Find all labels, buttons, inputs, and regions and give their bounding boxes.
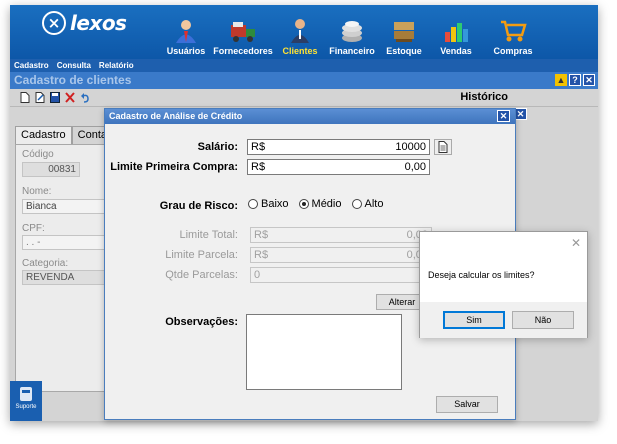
salario-label: Salário: [197,141,238,153]
limite-total-prefix: R$ [254,229,269,241]
qtde-parcelas-input: 0 [250,267,432,283]
module-label: Usuários [166,46,206,56]
radio-circle[interactable] [248,199,258,209]
salario-input[interactable]: R$ 10000 [247,139,430,155]
qtde-parcelas-value: 0 [254,269,261,281]
subtitle-text: Cadastro de clientes [14,73,132,87]
coins-icon [342,21,362,42]
module-label: Compras [493,46,533,56]
module-label: Fornecedores [213,46,273,56]
risk-option-medio[interactable]: Médio [298,198,342,210]
save-icon[interactable] [50,92,60,103]
nome-label: Nome: [22,186,52,197]
module-vendas[interactable]: Vendas [430,5,482,59]
radio-circle-checked[interactable] [298,199,309,209]
boxes-icon [394,22,414,42]
limite-compra-prefix: R$ [251,161,266,173]
document-icon [438,141,448,153]
delete-icon[interactable] [65,92,75,103]
salario-value: 10000 [395,141,426,153]
window-subtitle: Cadastro de clientes ▲ ? ✕ [10,72,598,89]
cart-icon [501,20,527,42]
limite-parcela-input: R$ 0,00 [250,247,432,263]
module-bar: Usuários Fornecedores Clientes Financeir… [160,5,544,59]
module-label: Vendas [440,46,472,56]
dialog-title: Cadastro de Análise de Crédito [109,111,243,121]
subtitle-icons: ▲ ? ✕ [555,74,595,86]
new-document-icon[interactable] [20,92,30,103]
close-icon[interactable]: ✕ [583,74,595,86]
cpf-label: CPF: [22,223,45,234]
edit-icon[interactable] [35,92,45,103]
salario-prefix: R$ [251,141,266,153]
module-compras[interactable]: Compras [482,5,544,59]
tab-cadastro[interactable]: Cadastro [15,126,72,145]
menu-bar: Cadastro Consulta Relatório [10,59,598,72]
risk-label-baixo: Baixo [261,198,289,210]
calculator-button[interactable] [434,139,452,155]
help-icon[interactable]: ? [569,74,581,86]
limite-compra-input[interactable]: R$ 0,00 [247,159,430,175]
codigo-label: Código [22,149,54,160]
module-label: Estoque [386,46,422,56]
menu-consulta[interactable]: Consulta [57,61,91,70]
limite-parcela-prefix: R$ [254,249,269,261]
module-label: Clientes [282,46,318,56]
top-bar: × lexos Usuários Fornecedores Clientes F… [10,5,598,59]
observacoes-label: Observações: [165,316,238,328]
radio-circle[interactable] [351,199,362,209]
codigo-field[interactable]: 00831 [22,162,80,177]
nao-button[interactable]: Não [512,311,574,329]
module-fornecedores[interactable]: Fornecedores [212,5,274,59]
limite-compra-value: 0,00 [404,161,426,173]
menu-relatorio[interactable]: Relatório [99,61,134,70]
toolbar-icons [20,92,90,103]
phone-icon [20,387,32,401]
lock-icon[interactable]: ▲ [555,74,567,86]
limite-total-label: Limite Total: [179,229,239,241]
limite-parcela-label: Limite Parcela: [165,249,238,261]
toolbar: Histórico [10,89,598,107]
salvar-button[interactable]: Salvar [436,396,498,413]
users-icon [176,20,196,43]
message-text: Deseja calcular os limites? [428,270,535,280]
module-usuarios[interactable]: Usuários [160,5,212,59]
module-label: Financeiro [329,46,375,56]
logo-text: lexos [70,11,127,35]
support-panel[interactable]: Suporte [10,381,42,421]
risk-label-medio: Médio [311,198,342,210]
chart-icon [445,23,468,42]
historico-label[interactable]: Histórico [460,91,508,103]
sim-button[interactable]: Sim [443,311,505,329]
categoria-label: Categoria: [22,258,69,269]
logo-x-icon: × [42,11,66,35]
limite-compra-label: Limite Primeira Compra: [110,161,238,173]
module-financeiro[interactable]: Financeiro [326,5,378,59]
menu-cadastro[interactable]: Cadastro [14,61,49,70]
qtde-parcelas-label: Qtde Parcelas: [165,269,238,281]
risk-label-alto: Alto [364,198,384,210]
grau-risco-label: Grau de Risco: [159,200,238,212]
limite-total-input: R$ 0,00 [250,227,432,243]
dialog-title-bar: Cadastro de Análise de Crédito ✕ [105,109,515,124]
support-label: Suporte [15,404,37,410]
risk-radio-group: Baixo Médio Alto [248,198,383,210]
support[interactable]: Suporte [13,386,39,410]
module-clientes[interactable]: Clientes [274,5,326,59]
observacoes-textarea[interactable] [246,314,402,390]
clients-icon [291,19,309,43]
dialog-close-button[interactable]: ✕ [497,110,510,122]
logo: × lexos [42,11,127,35]
truck-icon [231,22,255,42]
undo-icon[interactable] [80,92,90,103]
risk-option-alto[interactable]: Alto [351,198,384,210]
risk-option-baixo[interactable]: Baixo [248,198,289,210]
message-close-icon[interactable]: ✕ [571,236,581,250]
module-estoque[interactable]: Estoque [378,5,430,59]
message-footer: Sim Não [420,302,587,338]
confirm-message-box: ✕ Deseja calcular os limites? Sim Não [419,231,588,338]
